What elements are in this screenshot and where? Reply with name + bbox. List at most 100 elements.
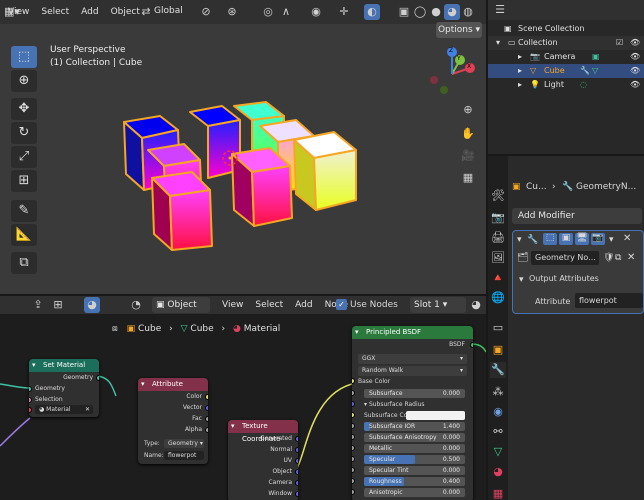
normal-socket[interactable] [295,446,298,453]
subsurface-method-dropdown[interactable]: Random Walk ▾ [358,366,467,376]
eye-icon[interactable]: 👁 [630,36,640,50]
attribute-header[interactable]: ▾ Attribute [138,378,208,391]
annotate-tool[interactable]: ✎ [11,200,37,222]
camera-view-icon[interactable]: 🎥 [460,148,476,164]
measure-tool[interactable]: 📐 [11,224,37,246]
attribute-input[interactable]: flowerpot [575,293,643,308]
outliner-scene-collection[interactable]: ▣ Scene Collection [488,22,644,36]
outliner-item-light[interactable]: ▸ 💡 Light ◌ 👁 [488,78,644,92]
render-tab-icon[interactable]: 📷 [490,210,506,226]
collapse-arrow-icon[interactable]: ▾ [355,326,359,339]
select-box-tool[interactable]: ⬚ [11,46,37,68]
scale-tool[interactable]: ⤢ [11,146,37,168]
subsurface-anisotropy-slider[interactable]: Subsurface Anisotropy 0.000 [364,433,465,442]
modifier-tab-icon[interactable]: 🔧 [490,362,506,378]
camera-socket[interactable] [295,479,298,486]
attribute-node[interactable]: ▾ Attribute Color Vector Fac Alpha Type: … [138,378,208,464]
add-modifier-button[interactable]: Add Modifier [512,208,642,224]
alpha-socket[interactable] [205,426,208,433]
orientation-dropdown[interactable]: Global [154,6,183,16]
expand-arrow-icon[interactable]: ▾ [364,401,367,408]
shading-rendered-icon[interactable]: ◍ [460,4,476,20]
options-button[interactable]: Options ▾ [436,22,482,38]
move-tool[interactable]: ✥ [11,98,37,120]
visibility-icon[interactable]: ◉ [308,4,324,20]
expand-arrow-icon[interactable]: ▸ [518,78,522,92]
material-field[interactable]: ◕ Material ✕ [35,405,93,414]
unlink-icon[interactable]: ✕ [627,252,635,263]
name-input[interactable]: flowerpot [164,451,204,460]
collapse-arrow-icon[interactable]: ▾ [141,378,145,391]
specular-socket[interactable] [352,456,355,462]
cubes-scene[interactable] [100,90,390,290]
subsurface-slider[interactable]: Subsurface 0.000 [364,389,465,398]
subsurface-color-socket[interactable] [352,412,355,418]
gizmo-icon[interactable]: ✛ [336,4,352,20]
subsurface-anisotropy-socket[interactable] [352,434,355,440]
outliner-item-cube[interactable]: ▸ ▽ Cube 🔧 ▽ 👁 [488,64,644,78]
window-socket[interactable] [295,490,298,497]
subsurface-ior-socket[interactable] [352,423,355,429]
subsurface-color-swatch[interactable] [406,411,465,420]
metallic-slider[interactable]: Metallic 0.000 [364,444,465,453]
world-tab-icon[interactable]: 🌐 [490,290,506,306]
grid-view-icon[interactable]: ▦ [460,170,476,186]
anisotropic-socket[interactable] [352,489,355,495]
rotate-tool[interactable]: ↻ [11,122,37,144]
node-group-field[interactable]: Geometry No... [531,251,599,265]
anisotropic-slider[interactable]: Anisotropic 0.000 [364,488,465,497]
duplicate-icon[interactable]: ⧉ [615,253,621,263]
dropdown-arrow-icon[interactable]: ▾ [609,235,614,245]
outliner-collection[interactable]: ▾ ▭ Collection ☑ 👁 [488,36,644,50]
proportional-icon[interactable]: ◎ [260,4,276,20]
collapse-arrow-icon[interactable]: ▾ [32,359,36,372]
specular-tint-slider[interactable]: Specular Tint 0.000 [364,466,465,475]
expand-arrow-icon[interactable]: ▾ [496,36,500,50]
clear-material-icon[interactable]: ✕ [85,405,90,414]
color-socket[interactable] [205,393,208,400]
physics-tab-icon[interactable]: ◉ [490,404,506,420]
xray-icon[interactable]: ▣ [396,4,412,20]
selection-socket[interactable] [29,396,32,403]
subsurface-radius-row[interactable]: ▾ Subsurface Radius [364,400,425,409]
texture-coordinate-header[interactable]: ▾ Texture Coordinate [228,420,298,443]
remove-modifier-icon[interactable]: ✕ [623,233,631,244]
uv-socket[interactable] [295,457,298,464]
zoom-icon[interactable]: ⊕ [460,102,476,118]
cursor-tool[interactable]: ⊕ [11,70,37,92]
pan-hand-icon[interactable]: ✋ [460,126,476,142]
shading-solid-icon[interactable]: ● [428,4,444,20]
node-editor[interactable]: ⇪ ⊞ ◕ ◔ ▣ Object ViewSelectAddNode ✓ Use… [0,296,486,500]
object-socket[interactable] [295,468,298,475]
roughness-socket[interactable] [352,478,355,484]
pivot-icon[interactable]: ⊘ [198,4,214,20]
expand-output-icon[interactable]: ▾ [519,275,524,285]
fac-socket[interactable] [205,415,208,422]
collection-tab-icon[interactable]: ▭ [490,320,506,336]
add-cube-tool[interactable]: ⧉ [11,252,37,274]
view-layer-tab-icon[interactable]: 🖼 [490,250,506,266]
viewport[interactable]: ▦▾ View Select Add Object ⇄ Global ⊘ ⊛ ◎ ∧ … [0,0,486,294]
distribution-dropdown[interactable]: GGX ▾ [358,354,467,364]
geometry-input-socket[interactable] [29,385,32,392]
roughness-slider[interactable]: Roughness 0.400 [364,477,465,486]
checkbox-icon[interactable]: ☑ [616,36,623,50]
texture-tab-icon[interactable]: ▦ [490,486,506,500]
expand-arrow-icon[interactable]: ▸ [518,64,522,78]
overlay-icon[interactable]: ◐ [364,4,380,20]
generated-socket[interactable] [295,435,298,442]
principled-bsdf-header[interactable]: ▾ Principled BSDF [352,326,473,339]
particles-tab-icon[interactable]: ⁂ [490,384,506,400]
principled-bsdf-node[interactable]: ▾ Principled BSDF BSDF GGX ▾ Random Walk ▾ … [352,326,473,500]
menu-add[interactable]: Add [75,1,104,23]
material-tab-icon[interactable]: ◕ [490,464,506,480]
specular-slider[interactable]: Specular 0.500 [364,455,465,464]
subsurface-color-row[interactable]: Subsurface Co... [364,411,465,420]
material-socket[interactable] [29,407,32,413]
output-tab-icon[interactable]: 🖨 [490,230,506,246]
set-material-header[interactable]: ▾ Set Material [29,359,99,372]
snap-icon[interactable]: ⊛ [224,4,240,20]
specular-tint-socket[interactable] [352,467,355,473]
expand-arrow-icon[interactable]: ▸ [518,50,522,64]
falloff-icon[interactable]: ∧ [278,4,294,20]
